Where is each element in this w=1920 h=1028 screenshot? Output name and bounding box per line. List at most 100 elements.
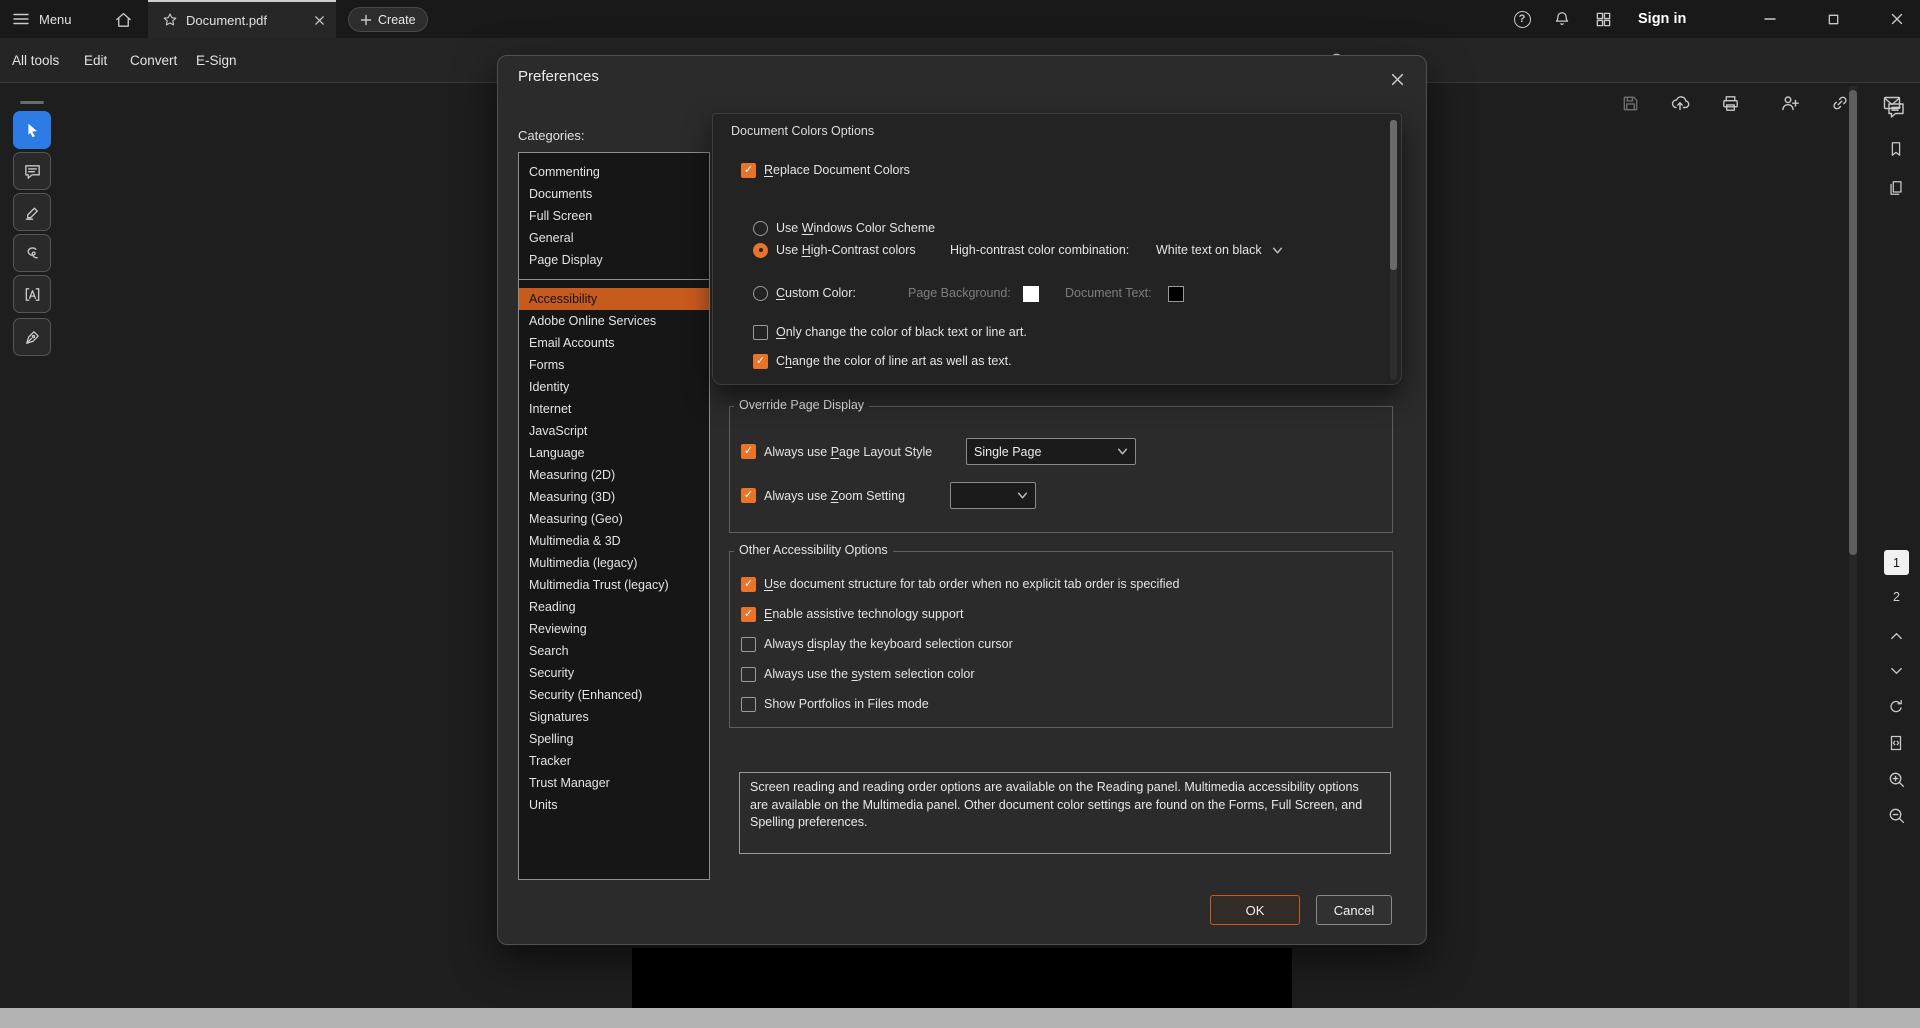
category-item[interactable]: Email Accounts	[519, 332, 709, 354]
category-item[interactable]: Multimedia & 3D	[519, 530, 709, 552]
document-tab[interactable]: Document.pdf	[148, 0, 336, 38]
select-tool-button[interactable]	[13, 111, 51, 149]
category-item[interactable]: Measuring (2D)	[519, 464, 709, 486]
horizontal-scrollbar[interactable]	[0, 1008, 1920, 1028]
category-item[interactable]: Spelling	[519, 728, 709, 750]
menu-button[interactable]: Menu	[12, 4, 86, 34]
text-select-tool-button[interactable]	[13, 275, 51, 313]
nav-edit[interactable]: Edit	[84, 38, 107, 82]
create-button[interactable]: Create	[348, 7, 428, 32]
minimize-button[interactable]	[1750, 0, 1790, 38]
high-contrast-radio[interactable]	[753, 243, 768, 258]
tool-rail-handle[interactable]	[20, 101, 44, 104]
sign-in-button[interactable]: Sign in	[1638, 0, 1686, 38]
category-item[interactable]: Commenting	[519, 161, 709, 183]
highlighter-tool-button[interactable]	[13, 193, 51, 231]
dialog-close-button[interactable]	[1384, 66, 1410, 92]
cancel-button[interactable]: Cancel	[1316, 895, 1392, 925]
category-item[interactable]: Adobe Online Services	[519, 310, 709, 332]
portfolios-files-mode-checkbox[interactable]	[741, 697, 756, 712]
save-button[interactable]	[1614, 88, 1646, 118]
request-signatures-button[interactable]	[1774, 88, 1806, 118]
windows-scheme-row: Use Windows Color Scheme	[753, 219, 935, 237]
category-item[interactable]: Measuring (Geo)	[519, 508, 709, 530]
comment-tool-button[interactable]	[13, 152, 51, 190]
category-item[interactable]: Units	[519, 794, 709, 816]
layout-style-select[interactable]: Single Page	[966, 438, 1136, 465]
vertical-scrollbar-thumb[interactable]	[1849, 90, 1857, 555]
cloud-upload-button[interactable]	[1664, 88, 1696, 118]
page-background-swatch[interactable]	[1023, 286, 1039, 302]
draw-tool-button[interactable]	[13, 234, 51, 272]
category-item[interactable]: Page Display	[519, 249, 709, 271]
zoom-setting-select[interactable]	[950, 482, 1036, 509]
notifications-button[interactable]	[1549, 4, 1575, 34]
maximize-button[interactable]	[1813, 0, 1853, 38]
category-item[interactable]: Language	[519, 442, 709, 464]
custom-color-radio[interactable]	[753, 286, 768, 301]
category-item[interactable]: Identity	[519, 376, 709, 398]
category-item[interactable]: Trust Manager	[519, 772, 709, 794]
category-item[interactable]: Security	[519, 662, 709, 684]
category-item[interactable]: Multimedia (legacy)	[519, 552, 709, 574]
home-button[interactable]	[108, 4, 138, 34]
category-item[interactable]: Documents	[519, 183, 709, 205]
doc-structure-checkbox[interactable]	[741, 577, 756, 592]
only-black-checkbox[interactable]	[753, 325, 768, 340]
next-page-button[interactable]	[1880, 654, 1912, 686]
category-item[interactable]: Tracker	[519, 750, 709, 772]
category-item-selected[interactable]: Accessibility	[519, 288, 709, 310]
panel-scrollbar[interactable]	[1390, 120, 1397, 380]
next-page-indicator[interactable]: 2	[1884, 586, 1909, 608]
current-page-indicator[interactable]: 1	[1884, 550, 1909, 575]
fill-sign-tool-button[interactable]	[13, 318, 51, 356]
category-item[interactable]: Signatures	[519, 706, 709, 728]
zoom-in-button[interactable]	[1880, 763, 1912, 795]
tab-close-icon[interactable]	[313, 14, 326, 27]
category-item[interactable]: Forms	[519, 354, 709, 376]
ok-button[interactable]: OK	[1210, 895, 1300, 925]
category-item[interactable]: Reviewing	[519, 618, 709, 640]
category-item[interactable]: Full Screen	[519, 205, 709, 227]
apps-grid-button[interactable]	[1590, 4, 1616, 34]
vertical-scrollbar[interactable]	[1849, 86, 1857, 1008]
fit-page-button[interactable]	[1880, 727, 1912, 759]
category-item[interactable]: General	[519, 227, 709, 249]
printer-icon	[1721, 94, 1740, 113]
assistive-tech-checkbox[interactable]	[741, 607, 756, 622]
replace-colors-checkbox[interactable]	[741, 163, 756, 178]
category-item[interactable]: Internet	[519, 398, 709, 420]
nav-esign[interactable]: E-Sign	[196, 38, 237, 82]
fit-page-icon	[1887, 734, 1905, 752]
line-art-checkbox[interactable]	[753, 354, 768, 369]
category-item[interactable]: JavaScript	[519, 420, 709, 442]
nav-all-tools[interactable]: All tools	[12, 38, 59, 82]
option-label: Enable assistive technology support	[764, 607, 963, 621]
rotate-page-button[interactable]	[1880, 691, 1912, 723]
layout-style-checkbox[interactable]	[741, 444, 756, 459]
category-item[interactable]: Measuring (3D)	[519, 486, 709, 508]
category-item[interactable]: Search	[519, 640, 709, 662]
system-selection-color-checkbox[interactable]	[741, 667, 756, 682]
windows-scheme-radio[interactable]	[753, 221, 768, 236]
help-button[interactable]: ?	[1509, 4, 1535, 34]
keyboard-cursor-checkbox[interactable]	[741, 637, 756, 652]
minimize-icon	[1763, 12, 1777, 26]
contrast-combo[interactable]: White text on black	[1156, 241, 1283, 259]
document-text-swatch[interactable]	[1168, 286, 1184, 302]
document-text-swatch-row	[1168, 285, 1184, 303]
pages-panel-button[interactable]	[1880, 172, 1912, 204]
category-item[interactable]: Reading	[519, 596, 709, 618]
print-button[interactable]	[1714, 88, 1746, 118]
category-item[interactable]: Security (Enhanced)	[519, 684, 709, 706]
bookmarks-panel-button[interactable]	[1880, 133, 1912, 165]
close-window-button[interactable]	[1877, 0, 1917, 38]
zoom-setting-checkbox[interactable]	[741, 488, 756, 503]
category-item[interactable]: Multimedia Trust (legacy)	[519, 574, 709, 596]
previous-page-button[interactable]	[1880, 620, 1912, 652]
panel-scrollbar-thumb[interactable]	[1390, 120, 1397, 270]
zoom-out-button[interactable]	[1880, 799, 1912, 831]
option-row: Show Portfolios in Files mode	[741, 695, 929, 713]
comments-panel-button[interactable]	[1880, 94, 1912, 126]
nav-convert[interactable]: Convert	[130, 38, 177, 82]
